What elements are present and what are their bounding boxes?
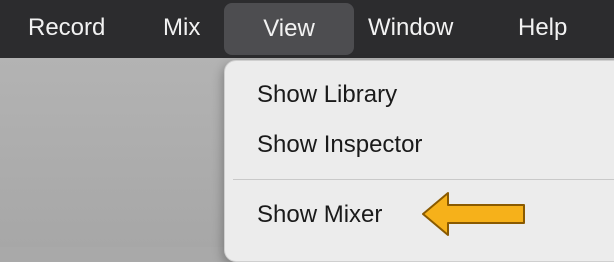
menu-window[interactable]: Window	[368, 0, 453, 56]
menu-separator	[233, 179, 614, 180]
menu-bar: Record Mix View Window Help	[0, 0, 614, 58]
menu-item-show-mixer[interactable]: Show Mixer	[257, 201, 382, 229]
menu-help[interactable]: Help	[518, 0, 567, 56]
view-dropdown-menu: Show Library Show Inspector Show Mixer	[224, 60, 614, 262]
menu-view[interactable]: View	[224, 3, 354, 55]
left-arrow-icon	[422, 192, 525, 236]
menu-record[interactable]: Record	[28, 0, 105, 56]
menu-mix[interactable]: Mix	[163, 0, 200, 56]
menu-item-show-inspector[interactable]: Show Inspector	[257, 131, 422, 159]
menu-item-show-library[interactable]: Show Library	[257, 81, 397, 109]
